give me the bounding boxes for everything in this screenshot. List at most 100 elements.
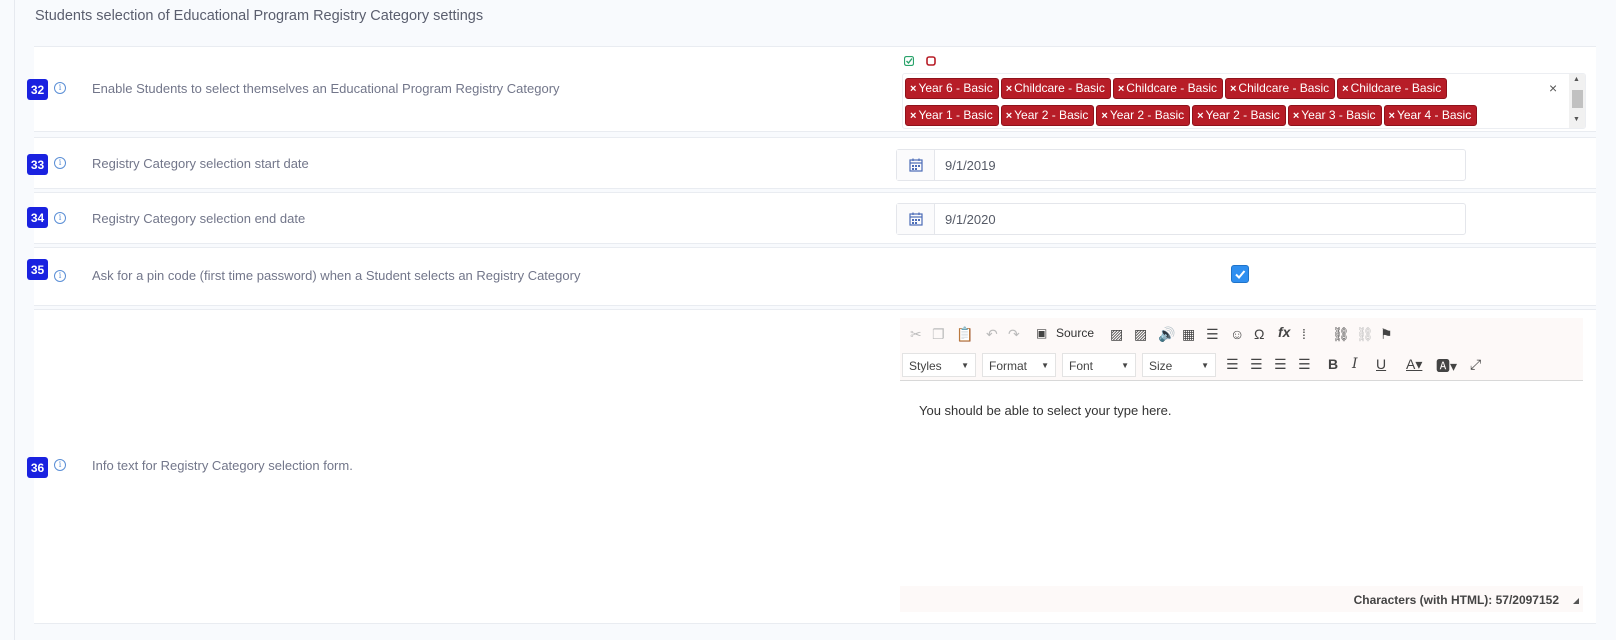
- tag-remove-icon[interactable]: ×: [1342, 83, 1348, 95]
- image2-icon[interactable]: ▨: [1134, 326, 1147, 343]
- tag[interactable]: × Year 3 - Basic: [1287, 105, 1382, 126]
- tag-label: Year 1 - Basic: [918, 108, 993, 122]
- section-title: Students selection of Educational Progra…: [35, 8, 484, 24]
- italic-icon[interactable]: I: [1352, 356, 1358, 372]
- editor-content-area[interactable]: You should be able to select your type h…: [900, 381, 1583, 581]
- chevron-down-icon: ▼: [1121, 361, 1129, 370]
- source-button[interactable]: Source: [1056, 326, 1094, 340]
- tag-remove-icon[interactable]: ×: [1006, 110, 1012, 122]
- maximize-icon[interactable]: ⤢: [1470, 356, 1481, 373]
- tag[interactable]: × Childcare - Basic: [1000, 78, 1111, 99]
- end-date-value: 9/1/2020: [945, 212, 996, 227]
- anchor-flag-icon[interactable]: ⚑: [1380, 326, 1393, 343]
- start-date-value: 9/1/2019: [945, 158, 996, 173]
- row-number-badge: 34: [27, 207, 48, 228]
- tag[interactable]: × Year 2 - Basic: [1192, 105, 1286, 126]
- scrollbar[interactable]: ▲ ▼: [1569, 74, 1585, 128]
- select-all-icon[interactable]: [904, 56, 914, 66]
- styles-dropdown[interactable]: Styles ▼: [902, 353, 976, 377]
- tag-label: Year 4 - Basic: [1396, 108, 1472, 122]
- size-dropdown[interactable]: Size ▼: [1142, 353, 1216, 377]
- info-icon[interactable]: i: [54, 157, 66, 169]
- format-dropdown[interactable]: Format ▼: [982, 353, 1056, 377]
- deselect-all-icon[interactable]: [926, 56, 936, 66]
- formula-icon[interactable]: fx: [1278, 324, 1290, 340]
- align-center-icon[interactable]: ☰: [1250, 356, 1263, 373]
- font-dropdown[interactable]: Font ▼: [1062, 353, 1136, 377]
- tag[interactable]: × Year 4 - Basic: [1383, 105, 1478, 126]
- resize-handle-icon[interactable]: [1573, 598, 1579, 604]
- source-icon[interactable]: ▣: [1036, 326, 1047, 340]
- placeholder-icon[interactable]: ⁞: [1302, 326, 1306, 342]
- tag-remove-icon[interactable]: ×: [1101, 110, 1107, 122]
- justify-icon[interactable]: ☰: [1298, 356, 1311, 373]
- setting-label: Enable Students to select themselves an …: [92, 81, 560, 96]
- date-picker-button[interactable]: [897, 150, 935, 180]
- tag-remove-icon[interactable]: ×: [910, 110, 916, 122]
- special-char-icon[interactable]: Ω: [1254, 326, 1264, 342]
- scroll-up-icon[interactable]: ▲: [1573, 76, 1580, 83]
- background-color-icon[interactable]: 🅰▾: [1436, 356, 1457, 376]
- bold-icon[interactable]: B: [1328, 356, 1338, 372]
- undo-icon[interactable]: ↶: [986, 326, 998, 343]
- tag-remove-icon[interactable]: ×: [910, 83, 916, 95]
- tag-label: Childcare - Basic: [1126, 81, 1217, 95]
- format-label: Format: [989, 359, 1028, 373]
- tag-remove-icon[interactable]: ×: [1293, 110, 1299, 122]
- editor-content-text: You should be able to select your type h…: [919, 403, 1172, 418]
- size-label: Size: [1149, 359, 1173, 373]
- text-color-icon[interactable]: A▾: [1406, 356, 1422, 373]
- tag-label: Year 3 - Basic: [1301, 108, 1376, 122]
- scrollbar-thumb[interactable]: [1572, 90, 1583, 108]
- start-date-input[interactable]: 9/1/2019: [896, 149, 1466, 181]
- align-right-icon[interactable]: ☰: [1274, 356, 1287, 373]
- pin-code-checkbox[interactable]: [1231, 265, 1249, 283]
- image-icon[interactable]: ▨: [1110, 326, 1123, 343]
- tag-remove-icon[interactable]: ×: [1197, 110, 1203, 122]
- tag[interactable]: × Childcare - Basic: [1337, 78, 1448, 99]
- copy-icon[interactable]: ❐: [932, 326, 945, 343]
- underline-icon[interactable]: U: [1376, 356, 1386, 372]
- info-icon[interactable]: i: [54, 459, 66, 471]
- info-icon[interactable]: i: [54, 212, 66, 224]
- tag-remove-icon[interactable]: ×: [1230, 83, 1236, 95]
- table-icon[interactable]: ▦: [1182, 326, 1195, 343]
- character-count: Characters (with HTML): 57/2097152: [1353, 593, 1559, 607]
- paste-icon[interactable]: 📋: [956, 326, 973, 343]
- tag[interactable]: × Year 2 - Basic: [1000, 105, 1095, 126]
- tag-remove-icon[interactable]: ×: [1006, 83, 1012, 95]
- rich-text-editor: ✂ ❐ 📋 ↶ ↷ ▣ Source ▨ ▨ 🔊 ▦ ☰ ☺ Ω fx ⁞ ⛓ …: [900, 318, 1583, 612]
- clear-selection-icon[interactable]: ×: [1549, 80, 1557, 96]
- font-label: Font: [1069, 359, 1094, 373]
- scroll-down-icon[interactable]: ▼: [1573, 116, 1580, 123]
- unlink-icon[interactable]: ⛓: [1356, 326, 1374, 343]
- link-icon[interactable]: ⛓: [1332, 326, 1350, 343]
- tag-remove-icon[interactable]: ×: [1118, 83, 1124, 95]
- align-left-icon[interactable]: ☰: [1226, 356, 1239, 373]
- chevron-down-icon: ▼: [1201, 361, 1209, 370]
- check-icon: [1235, 270, 1246, 279]
- tag-label: Childcare - Basic: [1238, 81, 1330, 95]
- setting-label: Ask for a pin code (first time password)…: [92, 268, 581, 283]
- audio-icon[interactable]: 🔊: [1158, 326, 1175, 343]
- row-number-badge: 36: [27, 457, 48, 478]
- tag[interactable]: × Childcare - Basic: [1224, 78, 1336, 99]
- editor-footer: Characters (with HTML): 57/2097152: [900, 586, 1583, 612]
- date-picker-button[interactable]: [897, 204, 935, 234]
- cut-icon[interactable]: ✂: [910, 326, 922, 343]
- smiley-icon[interactable]: ☺: [1230, 326, 1244, 342]
- tag[interactable]: × Year 1 - Basic: [905, 105, 999, 126]
- tag[interactable]: × Childcare - Basic: [1112, 78, 1223, 99]
- tag[interactable]: × Year 6 - Basic: [905, 78, 999, 99]
- info-icon[interactable]: i: [54, 270, 66, 282]
- redo-icon[interactable]: ↷: [1008, 326, 1020, 343]
- tag-label: Year 6 - Basic: [918, 81, 993, 95]
- registry-category-multiselect[interactable]: × Year 6 - Basic × Childcare - Basic × Childc…: [902, 73, 1586, 129]
- tag-remove-icon[interactable]: ×: [1389, 110, 1395, 122]
- row-number-badge: 32: [27, 79, 48, 100]
- info-icon[interactable]: i: [54, 82, 66, 94]
- chevron-down-icon: ▼: [1041, 361, 1049, 370]
- horizontal-rule-icon[interactable]: ☰: [1206, 326, 1219, 343]
- tag[interactable]: × Year 2 - Basic: [1096, 105, 1191, 126]
- end-date-input[interactable]: 9/1/2020: [896, 203, 1466, 235]
